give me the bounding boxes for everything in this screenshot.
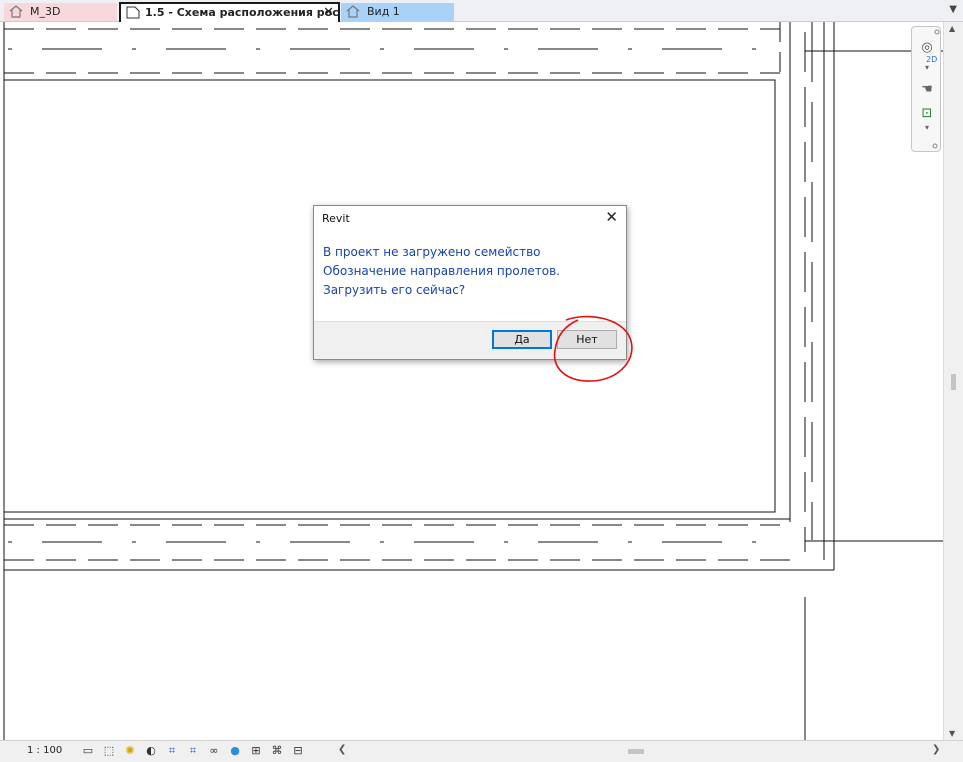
zoom-region-icon[interactable]: ⊡: [916, 103, 938, 125]
analytical-model-icon[interactable]: ⊟: [290, 743, 306, 759]
scroll-up-icon[interactable]: ▲: [949, 24, 955, 33]
sun-path-icon[interactable]: ✺: [122, 743, 138, 759]
tab-label: M_3D: [30, 5, 61, 18]
show-crop-icon[interactable]: ⌗: [185, 743, 201, 759]
no-button[interactable]: Нет: [557, 330, 617, 349]
view-tab-bar: M_3D 1.5 - Схема расположения рост… ✕ Ви…: [0, 0, 963, 22]
options-icon[interactable]: [932, 143, 938, 149]
home-icon: [346, 5, 360, 18]
sheet-icon: [126, 6, 140, 19]
close-icon[interactable]: ✕: [605, 208, 618, 226]
horizontal-scroll-thumb[interactable]: [628, 749, 644, 754]
lock-3d-icon[interactable]: ⊞: [248, 743, 264, 759]
dialog-message-line: Обозначение направления пролетов.: [323, 264, 560, 278]
reveal-hidden-icon[interactable]: ●: [227, 743, 243, 759]
navigation-bar: ◎ 2D ▾ ☚ ⊡ ▾: [911, 26, 941, 152]
temporary-view-icon[interactable]: ⌘: [269, 743, 285, 759]
crop-view-icon[interactable]: ⌗: [164, 743, 180, 759]
visual-style-icon[interactable]: ⬚: [101, 743, 117, 759]
drawing-canvas[interactable]: [0, 22, 943, 740]
view-control-icons: ▭ ⬚ ✺ ◐ ⌗ ⌗ ∞ ● ⊞ ⌘ ⊟: [80, 743, 306, 761]
scroll-thumb[interactable]: [951, 374, 956, 390]
view-control-bar: 1 : 100 ▭ ⬚ ✺ ◐ ⌗ ⌗ ∞ ● ⊞ ⌘ ⊟ ❮ ❯: [0, 740, 963, 762]
tab-label: 1.5 - Схема расположения рост…: [145, 6, 340, 19]
detail-level-icon[interactable]: ▭: [80, 743, 96, 759]
scroll-right-icon[interactable]: ❯: [932, 744, 940, 755]
tab-label: Вид 1: [367, 5, 400, 18]
dialog-message-line: Загрузить его сейчас?: [323, 283, 466, 297]
scroll-left-icon[interactable]: ❮: [338, 744, 346, 755]
dialog-message-line: В проект не загружено семейство: [323, 245, 541, 259]
dialog-footer: Да Нет: [314, 321, 626, 359]
tab-view-1[interactable]: Вид 1: [341, 3, 454, 21]
vertical-scrollbar[interactable]: ▲ ▼: [943, 22, 963, 740]
dialog-title: Revit: [322, 212, 350, 225]
chevron-down-icon[interactable]: ▾: [916, 123, 938, 133]
tab-sheet-active[interactable]: 1.5 - Схема расположения рост… ✕: [119, 2, 340, 22]
close-icon[interactable]: ✕: [323, 6, 334, 20]
view-scale[interactable]: 1 : 100: [27, 745, 62, 756]
scroll-down-icon[interactable]: ▼: [949, 729, 955, 738]
yes-button[interactable]: Да: [492, 330, 552, 349]
shadows-icon[interactable]: ◐: [143, 743, 159, 759]
drawing-lines: [3, 22, 943, 740]
home-icon: [9, 5, 23, 18]
temporary-hide-icon[interactable]: ∞: [206, 743, 222, 759]
revit-dialog: Revit ✕ В проект не загружено семейство …: [313, 205, 627, 360]
tab-menu-icon[interactable]: ▼: [949, 4, 957, 15]
pan-icon[interactable]: ☚: [916, 79, 938, 101]
tab-m3d[interactable]: M_3D: [4, 3, 117, 21]
close-icon[interactable]: [934, 29, 940, 35]
chevron-down-icon[interactable]: ▾: [916, 63, 938, 73]
dialog-message: В проект не загружено семейство Обозначе…: [323, 243, 560, 300]
